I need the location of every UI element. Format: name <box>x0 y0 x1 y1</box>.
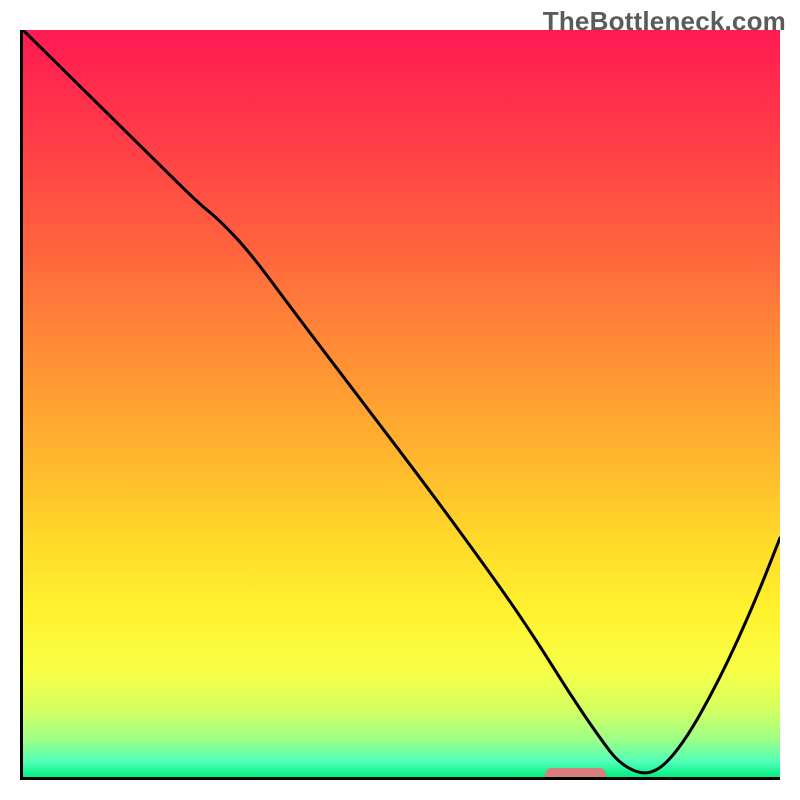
watermark-text: TheBottleneck.com <box>543 6 786 37</box>
bottleneck-curve <box>23 30 780 773</box>
plot-area <box>20 30 780 780</box>
optimal-range-marker <box>545 768 606 780</box>
curve-svg <box>23 30 780 777</box>
chart-container: TheBottleneck.com <box>0 0 800 800</box>
